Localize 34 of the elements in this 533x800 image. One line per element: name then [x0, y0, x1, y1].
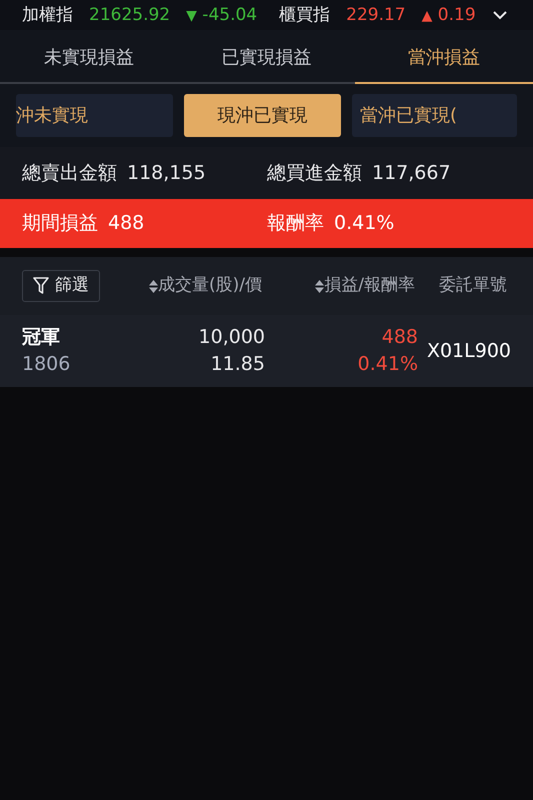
index-value: 229.17: [346, 6, 406, 24]
profit-label: 報酬率: [267, 211, 324, 236]
profit-value: 488: [382, 325, 418, 350]
column-header: 委託單號: [439, 274, 507, 298]
tab[interactable]: 已實現損益: [178, 32, 356, 84]
summary-label: 總買進金額: [267, 160, 362, 186]
segment-tab[interactable]: 沖未實現: [16, 94, 173, 137]
index-value: 21625.92: [89, 6, 170, 24]
index-change: ▲ 0.19: [422, 6, 476, 24]
tab[interactable]: 未實現損益: [0, 32, 178, 84]
column-header[interactable]: 損益/報酬率: [324, 273, 415, 299]
return-rate: 0.41%: [358, 352, 418, 377]
segment-tab[interactable]: 當沖已實現(: [352, 94, 517, 137]
filter-button[interactable]: 篩選: [22, 270, 100, 302]
stock-code: 1806: [22, 352, 72, 377]
index-label: 櫃買指: [279, 6, 330, 24]
profit-label: 期間損益: [22, 211, 98, 236]
sort-icon[interactable]: [315, 280, 324, 292]
stock-name: 冠軍: [22, 325, 61, 350]
segment-tab[interactable]: 現沖已實現: [184, 94, 341, 137]
order-number: X01L900: [426, 338, 511, 364]
summary-label: 總賣出金額: [22, 160, 117, 186]
profit-value: 0.41%: [334, 211, 394, 236]
summary-value: 117,667: [372, 160, 451, 186]
index-change: ▼ -45.04: [186, 6, 258, 24]
column-header[interactable]: 成交量(股)/價: [158, 273, 262, 299]
chevron-down-icon[interactable]: [493, 10, 507, 20]
price: 11.85: [210, 352, 265, 377]
summary-value: 118,155: [127, 160, 206, 186]
quantity: 10,000: [198, 325, 265, 350]
filter-icon: [33, 277, 49, 295]
index-label: 加權指: [22, 6, 73, 24]
sort-icon[interactable]: [149, 280, 158, 292]
profit-value: 488: [108, 211, 144, 236]
